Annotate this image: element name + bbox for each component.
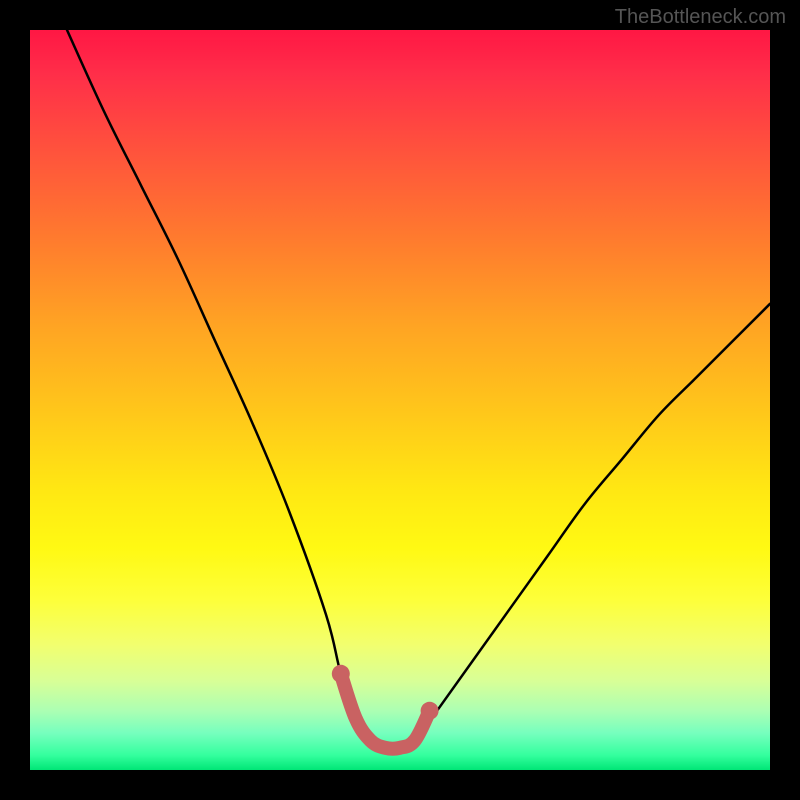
chart-svg	[30, 30, 770, 770]
chart-plot-area	[30, 30, 770, 770]
bottleneck-curve-line	[67, 30, 770, 749]
watermark-text: TheBottleneck.com	[615, 6, 786, 29]
chart-frame	[30, 30, 770, 770]
highlight-segment-line	[332, 665, 439, 749]
